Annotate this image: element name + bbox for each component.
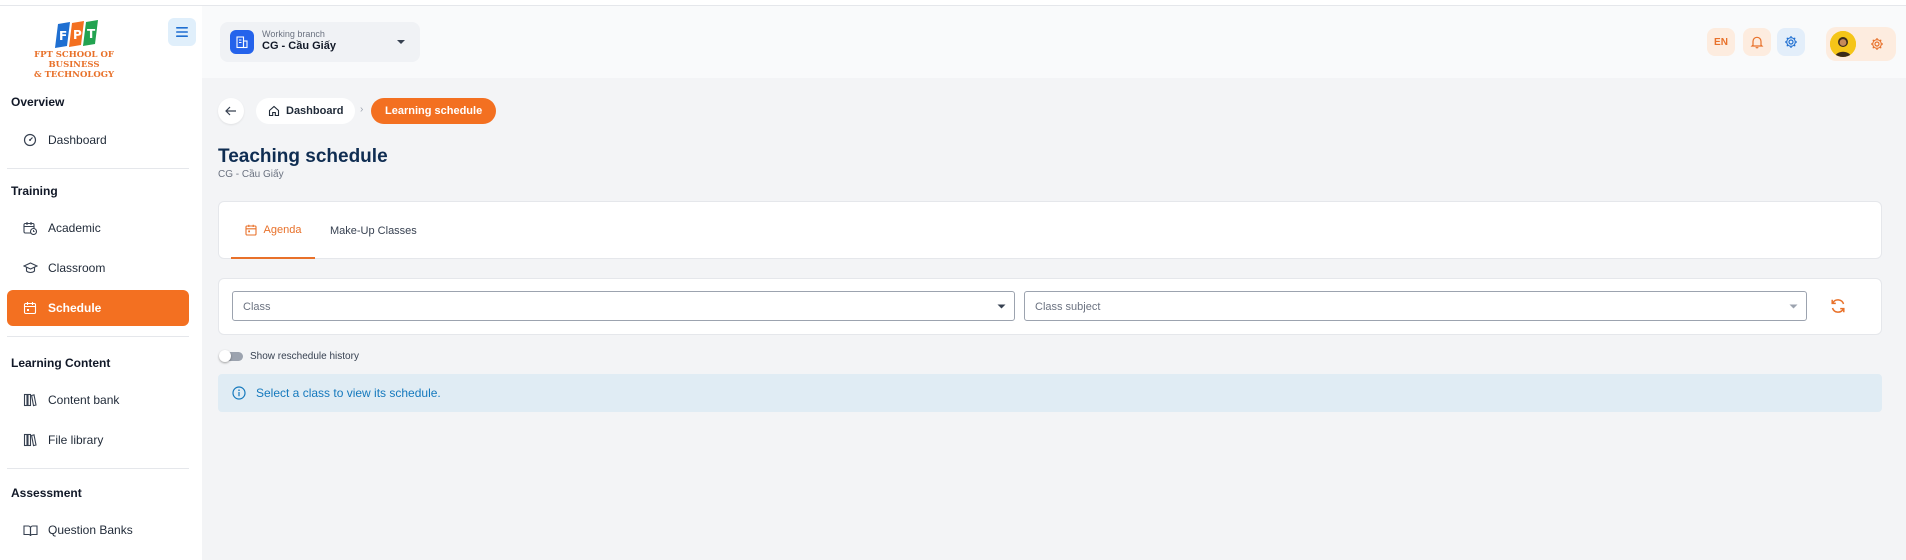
language-button[interactable]: EN — [1707, 28, 1735, 56]
svg-text:T: T — [87, 27, 96, 41]
tab-agenda[interactable]: Agenda — [231, 202, 315, 259]
sidebar-item-classroom[interactable]: Classroom — [7, 250, 189, 286]
sidebar: F P T FPT SCHOOL OF BUSINESS & TECHNOLOG… — [0, 6, 202, 560]
language-label: EN — [1714, 36, 1728, 48]
sidebar-divider — [7, 336, 189, 337]
tab-label: Make-Up Classes — [330, 224, 417, 237]
sidebar-item-file-library[interactable]: File library — [7, 422, 189, 458]
toggle-label: Show reschedule history — [250, 351, 359, 362]
svg-text:F: F — [59, 29, 67, 43]
breadcrumb-current: Learning schedule — [371, 98, 497, 124]
working-branch-selector[interactable]: Working branch CG - Cầu Giấy — [220, 22, 420, 62]
library-icon — [22, 392, 38, 408]
class-subject-select[interactable]: Class subject — [1024, 291, 1807, 321]
sidebar-item-label: Academic — [48, 221, 101, 235]
arrow-left-icon — [225, 106, 236, 116]
breadcrumb-dashboard[interactable]: Dashboard — [256, 98, 356, 124]
logo-text-line2: & TECHNOLOGY — [33, 70, 115, 80]
gear-icon — [1871, 38, 1883, 50]
fpt-logo-mark: F P T — [55, 20, 98, 48]
top-header: Working branch CG - Cầu Giấy EN — [202, 6, 1906, 78]
sidebar-item-label: Question Banks — [48, 523, 133, 537]
avatar — [1830, 31, 1856, 57]
sidebar-item-schedule[interactable]: Schedule — [7, 290, 189, 326]
sidebar-item-label: Content bank — [48, 393, 120, 407]
tab-label: Agenda — [263, 223, 302, 236]
section-title-overview: Overview — [11, 95, 65, 109]
class-subject-placeholder: Class subject — [1035, 301, 1101, 313]
sidebar-item-label: File library — [48, 433, 104, 447]
back-button[interactable] — [218, 98, 244, 124]
refresh-icon — [1831, 299, 1845, 313]
book-open-icon — [22, 522, 38, 538]
sidebar-item-label: Schedule — [48, 301, 102, 315]
sidebar-divider — [7, 468, 189, 469]
info-message: Select a class to view its schedule. — [256, 386, 441, 400]
caret-down-icon — [997, 304, 1006, 309]
building-icon — [230, 30, 254, 54]
home-icon — [268, 105, 280, 117]
calendar-icon — [244, 224, 257, 236]
sidebar-item-academic[interactable]: Academic — [7, 210, 189, 246]
tab-make-up-classes[interactable]: Make-Up Classes — [330, 202, 417, 259]
toggle-switch[interactable] — [219, 350, 243, 362]
info-alert: Select a class to view its schedule. — [218, 374, 1882, 412]
section-title-training: Training — [11, 184, 58, 198]
chevron-right-icon: › — [360, 104, 364, 115]
user-menu[interactable] — [1826, 27, 1896, 61]
logo-text-line1: FPT SCHOOL OF BUSINESS — [34, 50, 114, 70]
graduation-cap-icon — [22, 260, 38, 276]
section-title-assessment: Assessment — [11, 486, 82, 500]
logo-text: FPT SCHOOL OF BUSINESS & TECHNOLOGY — [12, 50, 136, 80]
tabs-bar: Agenda Make-Up Classes — [218, 201, 1882, 259]
notifications-button[interactable] — [1743, 28, 1771, 56]
hamburger-icon — [176, 27, 188, 37]
branch-value: CG - Cầu Giấy — [262, 40, 336, 52]
calendar-clock-icon — [22, 220, 38, 236]
caret-down-icon — [397, 40, 405, 44]
sidebar-item-content-bank[interactable]: Content bank — [7, 382, 189, 418]
settings-button[interactable] — [1777, 28, 1805, 56]
bell-icon — [1750, 36, 1764, 49]
fpt-logo[interactable]: F P T FPT SCHOOL OF BUSINESS & TECHNOLOG… — [12, 20, 136, 80]
gear-icon — [1785, 36, 1797, 48]
calendar-icon — [22, 300, 38, 316]
sidebar-item-question-banks[interactable]: Question Banks — [7, 512, 189, 548]
info-icon — [232, 386, 246, 400]
caret-down-icon — [1789, 304, 1798, 309]
reschedule-history-toggle[interactable]: Show reschedule history — [219, 350, 359, 362]
svg-text:P: P — [73, 28, 82, 42]
sidebar-item-dashboard[interactable]: Dashboard — [7, 122, 189, 158]
page-subtitle: CG - Cầu Giấy — [218, 169, 284, 180]
gauge-icon — [22, 132, 38, 148]
sidebar-divider — [7, 168, 189, 169]
sidebar-item-label: Classroom — [48, 261, 106, 275]
class-select[interactable]: Class — [232, 291, 1015, 321]
page-title: Teaching schedule — [218, 146, 388, 167]
class-select-placeholder: Class — [243, 301, 271, 313]
refresh-button[interactable] — [1827, 295, 1849, 317]
filter-bar: Class Class subject — [218, 278, 1882, 335]
sidebar-item-label: Dashboard — [48, 133, 107, 147]
library-icon — [22, 432, 38, 448]
section-title-learning-content: Learning Content — [11, 356, 111, 370]
sidebar-toggle-button[interactable] — [168, 18, 196, 46]
breadcrumb-home-label: Dashboard — [286, 105, 344, 117]
branch-caption: Working branch — [262, 29, 325, 39]
